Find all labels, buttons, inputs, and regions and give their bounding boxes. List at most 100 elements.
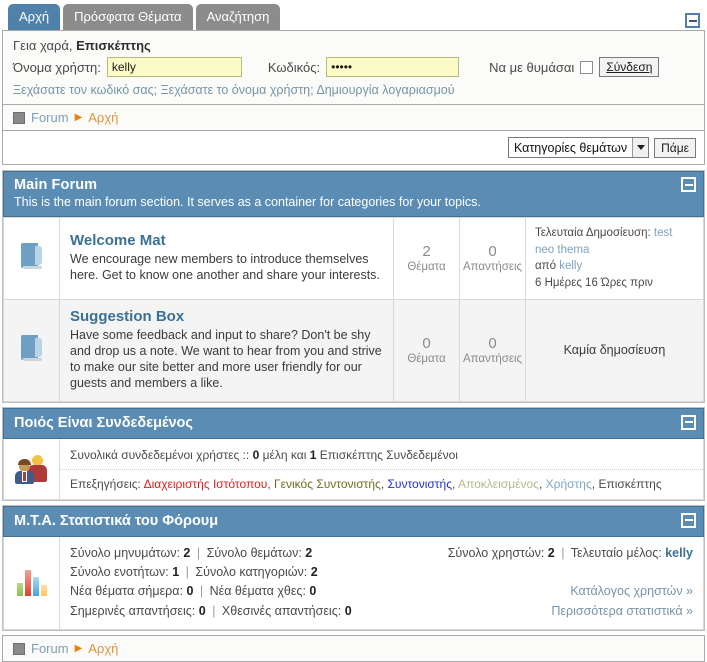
login-panel: Γεια χαρά, Επισκέπτης Όνομα χρήστη: Κωδι… [2,30,705,105]
collapse-category-button[interactable] [681,177,696,192]
forum-info-cell: Suggestion Box Have some feedback and in… [59,298,394,402]
forgot-username-link[interactable]: Ξεχάσατε το όνομα χρήστη; [161,83,314,97]
legend-global-moderator[interactable]: Γενικός Συντονιστής [274,477,381,491]
chevron-down-icon[interactable] [632,138,649,157]
replies-label: Απαντήσεις [462,353,523,366]
total-users-value: 2 [547,545,555,560]
stats-line-4: Σημερινές απαντήσεις: 0 | Χθεσινές απαντ… [70,602,693,621]
legend-guest: Επισκέπτης [598,476,662,491]
square-icon [13,111,25,124]
replies-yesterday-label: Χθεσινές απαντήσεις: [221,603,342,618]
remember-me-checkbox[interactable] [580,60,594,74]
total-messages-value: 2 [183,545,191,560]
last-post-by-label: από [535,260,556,273]
no-posts-label: Καμία δημοσίευση [563,343,666,358]
password-label: Κωδικός: [267,59,321,75]
c1: , [267,476,271,491]
stats-right-3: Κατάλογος χρηστών » [570,582,693,601]
folder-icon [20,242,43,270]
stats-content: Σύνολο μηνυμάτων: 2 | Σύνολο θεμάτων: 2 … [60,537,703,630]
breadcrumb-bottom-forum-link[interactable]: Forum [31,641,69,656]
forum-description: Have some feedback and input to share? D… [70,327,382,390]
forum-statistics-panel: Μ.Τ.Α. Στατιστικά του Φόρουμ Σύνολο μηνυ… [2,504,705,632]
people-icon [14,454,49,484]
last-post-author-link[interactable]: kelly [559,260,582,272]
more-stats-link[interactable]: Περισσότερα στατιστικά » [551,604,693,618]
forum-icon-cell [3,298,60,402]
legend-site-admin[interactable]: Διαχειριστής Ιστότοπου [144,477,268,491]
legend-user[interactable]: Χρήστης [546,477,592,491]
collapse-stats-button[interactable] [681,512,696,528]
collapse-online-button[interactable] [681,414,696,430]
last-member-link[interactable]: kelly [665,546,693,560]
stats-left-3: Νέα θέματα σήμερα: 0 | Νέα θέματα χθες: … [70,582,316,601]
online-section-title: Ποιός Είναι Συνδεδεμένος [14,414,193,431]
c3: , [452,476,456,491]
forum-link-suggestion-box[interactable]: Suggestion Box [70,308,184,325]
stats-left-1: Σύνολο μηνυμάτων: 2 | Σύνολο θεμάτων: 2 [70,544,312,563]
last-post-label: Τελευταία Δημοσίευση: [535,227,651,239]
password-input[interactable] [326,57,460,77]
greeting-prefix: Γεια χαρά, [13,38,73,53]
breadcrumb: Forum ▶ Αρχή [2,105,705,131]
new-topics-today-value: 0 [186,584,194,599]
user-list-link[interactable]: Κατάλογος χρηστών » [570,584,693,598]
category-select[interactable]: Κατηγορίες θεμάτων [507,137,650,158]
who-is-online-panel: Ποιός Είναι Συνδεδεμένος Συνολικά συνδεδ… [2,406,705,501]
username-input[interactable] [106,57,242,77]
tab-recent-topics[interactable]: Πρόσφατα Θέματα [63,4,193,30]
legend-moderator[interactable]: Συντονιστής [388,477,453,491]
new-topics-yesterday-value: 0 [309,584,317,599]
online-guests-count: 1 [309,447,317,462]
category-select-value: Κατηγορίες θεμάτων [513,140,628,155]
stats-line-3: Νέα θέματα σήμερα: 0 | Νέα θέματα χθες: … [70,582,693,601]
online-members-count: 0 [252,447,260,462]
breadcrumb-bottom-current[interactable]: Αρχή [88,641,118,656]
stats-line-2: Σύνολο ενοτήτων: 1 | Σύνολο κατηγοριών: … [70,563,693,582]
online-body: Συνολικά συνδεδεμένοι χρήστες :: 0 μέλη … [3,438,704,500]
c4: , [538,476,543,491]
table-row: Suggestion Box Have some feedback and in… [3,298,704,402]
tab-search[interactable]: Αναζήτηση [195,4,281,30]
replies-cell: 0 Απαντήσεις [459,217,526,300]
bar-chart-icon [16,569,47,597]
tab-home[interactable]: Αρχή [8,4,61,30]
login-submit-button[interactable]: Σύνδεση [599,57,660,77]
online-icon-cell [4,438,60,499]
forum-link-welcome-mat[interactable]: Welcome Mat [70,232,166,249]
replies-cell: 0 Απαντήσεις [459,298,526,402]
last-post-info: Τελευταία Δημοσίευση: test neo thema από… [535,225,694,292]
total-sections-label: Σύνολο ενοτήτων: [70,565,169,580]
go-button[interactable]: Πάμε [654,137,696,158]
collapse-login-button[interactable] [685,13,700,28]
login-form-row: Όνομα χρήστη: Κωδικός: Να με θυμάσαι Σύν… [3,55,704,83]
forgot-password-link[interactable]: Ξεχάσατε τον κωδικό σας; [13,83,157,97]
breadcrumb-forum-link[interactable]: Forum [31,110,69,125]
legend-banned[interactable]: Αποκλεισμένος [458,477,539,491]
register-link[interactable]: Δημιουργία λογαριασμού [316,83,454,97]
replies-today-label: Σημερινές απαντήσεις: [70,603,196,618]
sep-b: | [561,545,565,560]
topics-cell: 2 Θέματα [393,217,460,300]
breadcrumb-current[interactable]: Αρχή [88,110,118,125]
topics-cell: 0 Θέματα [393,298,460,402]
topics-count: 0 [422,335,431,353]
legend-label: Επεξηγήσεις: [70,476,141,491]
last-post-cell: Τελευταία Δημοσίευση: test neo thema από… [525,217,704,300]
square-icon [13,642,25,655]
forum-table: Welcome Mat We encourage new members to … [3,217,704,402]
online-section-header: Ποιός Είναι Συνδεδεμένος [3,407,704,439]
remember-me-label: Να με θυμάσαι [489,59,575,75]
topics-label: Θέματα [407,261,446,274]
account-links-row: Ξεχάσατε τον κωδικό σας; Ξεχάσατε το όνο… [3,83,704,104]
tab-bar: Αρχή Πρόσφατα Θέματα Αναζήτηση [0,0,707,30]
last-post-cell: Καμία δημοσίευση [525,298,704,402]
sep-a: | [196,545,201,560]
last-post-time: 6 Ημέρες 16 Ώρες πριν [535,277,653,290]
folder-icon [20,334,43,362]
total-topics-value: 2 [305,545,313,560]
last-member-label: Τελευταίο μέλος: [570,545,662,560]
online-summary: Συνολικά συνδεδεμένοι χρήστες :: 0 μέλη … [60,445,703,470]
main-forum-panel: Main Forum This is the main forum sectio… [2,170,705,403]
sep-d: | [199,584,204,599]
